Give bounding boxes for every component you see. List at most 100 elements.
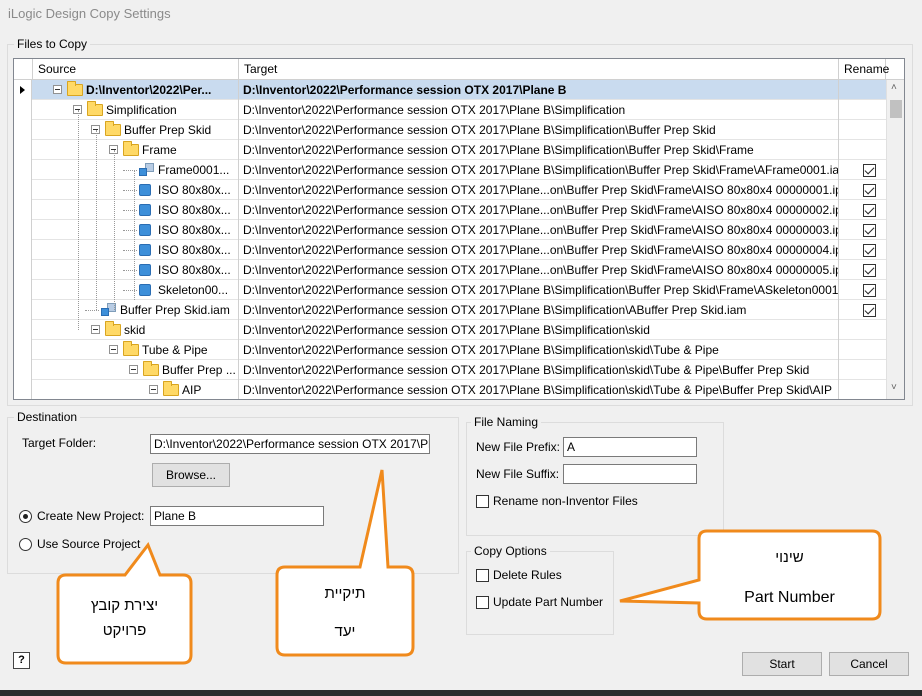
grid-vertical-scrollbar[interactable]: ˄ ˅ [886,80,904,399]
row-selector[interactable] [14,320,32,340]
update-part-number-label[interactable]: Update Part Number [493,595,603,609]
source-cell[interactable]: Buffer Prep ... [33,360,239,380]
collapse-icon[interactable] [53,85,62,94]
collapse-icon[interactable] [129,365,138,374]
target-cell[interactable]: D:\Inventor\2022\Performance session OTX… [239,220,839,240]
column-header-source[interactable]: Source [33,59,239,80]
row-selector[interactable] [14,260,32,280]
row-selector[interactable] [14,140,32,160]
target-cell[interactable]: D:\Inventor\2022\Performance session OTX… [239,360,839,380]
table-row[interactable]: ISO 80x80x... D:\Inventor\2022\Performanc… [14,180,886,200]
rename-cell[interactable] [839,180,886,200]
table-row[interactable]: Simplification D:\Inventor\2022\Performan… [14,100,886,120]
table-row[interactable]: ISO 80x80x... D:\Inventor\2022\Performanc… [14,240,886,260]
rename-checkbox[interactable] [863,224,876,237]
rename-checkbox[interactable] [863,164,876,177]
row-selector[interactable] [14,380,32,399]
source-cell[interactable]: ISO 80x80x... [33,260,239,280]
table-row[interactable]: ISO 80x80x... D:\Inventor\2022\Performanc… [14,220,886,240]
help-icon[interactable]: ? [13,652,30,669]
rename-cell[interactable] [839,260,886,280]
target-cell[interactable]: D:\Inventor\2022\Performance session OTX… [239,300,839,320]
collapse-icon[interactable] [91,325,100,334]
target-cell[interactable]: D:\Inventor\2022\Performance session OTX… [239,100,839,120]
source-cell[interactable]: D:\Inventor\2022\Per... [33,80,239,100]
delete-rules-checkbox[interactable] [476,569,489,582]
source-cell[interactable]: Frame [33,140,239,160]
delete-rules-label[interactable]: Delete Rules [493,568,562,582]
use-source-project-radio[interactable] [19,538,32,551]
rename-cell[interactable] [839,100,886,120]
rename-checkbox[interactable] [863,264,876,277]
rename-cell[interactable] [839,140,886,160]
table-row[interactable]: D:\Inventor\2022\Per... D:\Inventor\2022\… [14,80,886,100]
source-cell[interactable]: Frame0001... [33,160,239,180]
target-cell[interactable]: D:\Inventor\2022\Performance session OTX… [239,280,839,300]
start-button[interactable]: Start [742,652,822,676]
rename-cell[interactable] [839,200,886,220]
row-selector[interactable] [14,120,32,140]
rename-cell[interactable] [839,320,886,340]
rename-checkbox[interactable] [863,204,876,217]
source-cell[interactable]: AIP [33,380,239,399]
rename-cell[interactable] [839,80,886,100]
row-selector[interactable] [14,360,32,380]
rename-cell[interactable] [839,340,886,360]
row-selector[interactable] [14,200,32,220]
target-cell[interactable]: D:\Inventor\2022\Performance session OTX… [239,140,839,160]
row-selector[interactable] [14,160,32,180]
suffix-input[interactable] [563,464,697,484]
rename-cell[interactable] [839,220,886,240]
rename-cell[interactable] [839,280,886,300]
rename-cell[interactable] [839,300,886,320]
row-selector[interactable] [14,180,32,200]
column-header-rename[interactable]: Rename [839,59,889,80]
table-row[interactable]: Buffer Prep ... D:\Inventor\2022\Performa… [14,360,886,380]
rename-cell[interactable] [839,160,886,180]
source-cell[interactable]: Buffer Prep Skid.iam [33,300,239,320]
table-row[interactable]: Tube & Pipe D:\Inventor\2022\Performance … [14,340,886,360]
source-cell[interactable]: skid [33,320,239,340]
rename-checkbox[interactable] [863,184,876,197]
target-cell[interactable]: D:\Inventor\2022\Performance session OTX… [239,120,839,140]
collapse-icon[interactable] [149,385,158,394]
collapse-icon[interactable] [109,345,118,354]
cancel-button[interactable]: Cancel [829,652,909,676]
target-folder-input[interactable]: D:\Inventor\2022\Performance session OTX… [150,434,430,454]
row-selector[interactable] [14,100,32,120]
row-selector[interactable] [14,240,32,260]
scroll-down-icon[interactable]: ˅ [891,382,897,393]
table-row[interactable]: ISO 80x80x... D:\Inventor\2022\Performanc… [14,200,886,220]
create-new-project-radio[interactable] [19,510,32,523]
row-selector[interactable] [14,340,32,360]
table-row[interactable]: Buffer Prep Skid D:\Inventor\2022\Perform… [14,120,886,140]
scroll-up-icon[interactable]: ˄ [891,82,897,93]
source-cell[interactable]: ISO 80x80x... [33,220,239,240]
use-source-project-label[interactable]: Use Source Project [37,537,140,551]
files-grid[interactable]: Source Target Rename D:\Inventor\2022\Pe… [13,58,905,400]
target-cell[interactable]: D:\Inventor\2022\Performance session OTX… [239,80,839,100]
rename-cell[interactable] [839,120,886,140]
rename-cell[interactable] [839,240,886,260]
source-cell[interactable]: ISO 80x80x... [33,200,239,220]
row-selector[interactable] [14,80,32,100]
row-selector[interactable] [14,220,32,240]
target-cell[interactable]: D:\Inventor\2022\Performance session OTX… [239,260,839,280]
target-cell[interactable]: D:\Inventor\2022\Performance session OTX… [239,180,839,200]
rename-cell[interactable] [839,380,886,399]
table-row[interactable]: ISO 80x80x... D:\Inventor\2022\Performanc… [14,260,886,280]
rename-checkbox[interactable] [863,304,876,317]
scroll-thumb[interactable] [890,100,902,118]
table-row[interactable]: skid D:\Inventor\2022\Performance session… [14,320,886,340]
target-cell[interactable]: D:\Inventor\2022\Performance session OTX… [239,200,839,220]
prefix-input[interactable]: A [563,437,697,457]
source-cell[interactable]: ISO 80x80x... [33,240,239,260]
browse-button[interactable]: Browse... [152,463,230,487]
table-row[interactable]: Buffer Prep Skid.iam D:\Inventor\2022\Per… [14,300,886,320]
row-selector[interactable] [14,280,32,300]
target-cell[interactable]: D:\Inventor\2022\Performance session OTX… [239,240,839,260]
table-row[interactable]: Frame D:\Inventor\2022\Performance sessio… [14,140,886,160]
rename-non-inventor-label[interactable]: Rename non-Inventor Files [493,494,638,508]
source-cell[interactable]: Tube & Pipe [33,340,239,360]
table-row[interactable]: Skeleton00... D:\Inventor\2022\Performanc… [14,280,886,300]
